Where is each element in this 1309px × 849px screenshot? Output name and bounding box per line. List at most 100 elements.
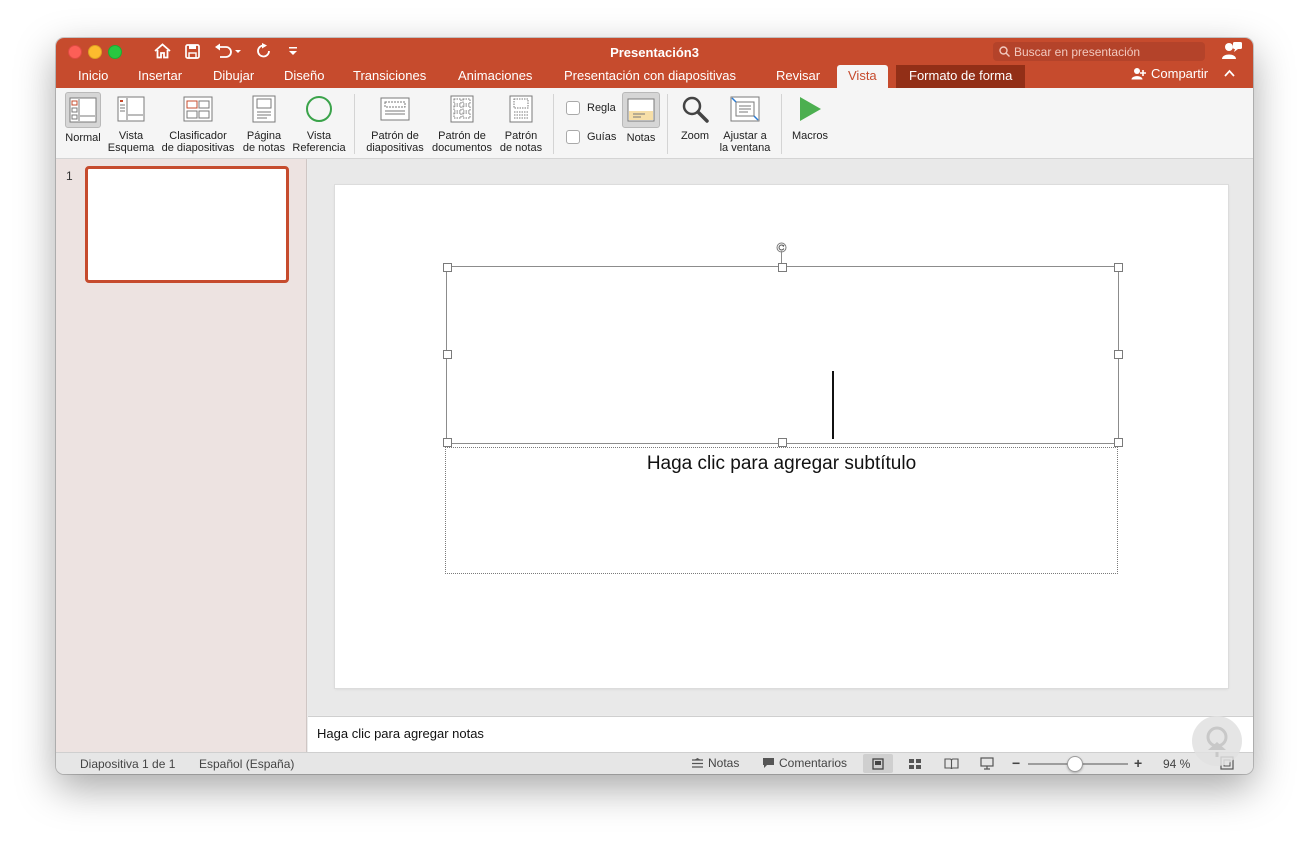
outline-view-icon [117,96,145,122]
search-icon [999,46,1010,57]
notes-toggle-label: Notas [626,132,656,144]
reading-view-status-button[interactable] [936,754,966,773]
zoom-in-button[interactable]: + [1134,755,1142,771]
notes-page-label: Página [246,130,282,142]
close-window-button[interactable] [68,45,82,59]
ribbon-separator [354,94,355,154]
rotate-handle-icon[interactable] [776,240,787,253]
notes-master-icon [509,95,533,123]
zoom-label: Zoom [680,130,710,142]
macros-button[interactable]: Macros [788,88,832,142]
title-placeholder[interactable] [446,266,1119,444]
presentation-screen-icon [980,757,994,770]
tab-presentacion[interactable]: Presentación con diapositivas [564,65,736,88]
ruler-checkbox[interactable]: Regla [566,101,616,115]
resize-handle[interactable] [778,263,787,272]
slide[interactable]: Haga clic para agregar subtítulo [335,185,1228,688]
undo-icon[interactable] [212,41,244,61]
status-bar: Diapositiva 1 de 1 Español (España) Nota… [56,752,1253,774]
share-button[interactable]: Compartir [1131,66,1208,81]
resize-handle[interactable] [443,438,452,447]
ribbon-separator [667,94,668,154]
slide-thumbnail[interactable] [85,166,289,283]
notes-page-icon [252,95,276,123]
notes-pane[interactable]: Haga clic para agregar notas [308,716,1253,753]
zoom-slider-knob[interactable] [1067,756,1083,772]
zoom-out-button[interactable]: − [1012,755,1020,771]
slide-sorter-label: Clasificador [169,130,227,142]
language-status[interactable]: Español (España) [199,757,294,771]
slide-count: Diapositiva 1 de 1 [80,757,176,771]
tab-insertar[interactable]: Insertar [138,65,182,88]
minimize-window-button[interactable] [88,45,102,59]
resize-handle[interactable] [443,350,452,359]
slide-master-icon [380,97,410,121]
outline-view-button[interactable]: Vista Esquema [107,88,155,154]
home-icon[interactable] [152,41,172,61]
tab-transiciones[interactable]: Transiciones [353,65,426,88]
reading-view-icon [306,96,332,122]
resize-handle[interactable] [778,438,787,447]
slide-master-label: Patrón de [371,130,419,142]
fit-to-window-button[interactable]: Ajustar a la ventana [716,88,774,154]
slide-sorter-icon [183,96,213,122]
slide-number: 1 [66,169,73,183]
status-comments-button[interactable]: Comentarios [762,756,847,770]
notes-placeholder: Haga clic para agregar notas [317,726,484,741]
notes-master-button[interactable]: Patrón de notas [496,88,546,154]
zoom-magnifier-icon [682,96,709,123]
slideshow-status-button[interactable] [972,754,1002,773]
account-icon[interactable] [1221,41,1243,61]
share-label: Compartir [1151,66,1209,81]
slide-master-button[interactable]: Patrón de diapositivas [362,88,428,154]
fit-to-window-label: Ajustar a [723,130,767,142]
handout-master-button[interactable]: Patrón de documentos [430,88,494,154]
slide-canvas: Haga clic para agregar subtítulo [308,159,1253,715]
zoom-button[interactable]: Zoom [675,88,715,142]
tab-animaciones[interactable]: Animaciones [458,65,532,88]
notes-toggle-button[interactable]: Notas [622,88,660,144]
tab-diseno[interactable]: Diseño [284,65,324,88]
slide-sorter-button[interactable]: Clasificador de diapositivas [158,88,238,154]
slide-sorter-status-button[interactable] [900,754,930,773]
notes-pane-icon [627,98,655,122]
save-icon[interactable] [182,41,202,61]
normal-view-icon [69,97,97,123]
zoom-percentage[interactable]: 94 % [1163,757,1190,771]
guides-checkbox[interactable]: Guías [566,130,616,144]
subtitle-placeholder[interactable]: Haga clic para agregar subtítulo [445,447,1118,574]
zoom-window-button[interactable] [108,45,122,59]
normal-view-label: Normal [65,132,101,144]
collapse-ribbon-icon[interactable] [1224,66,1235,80]
grid-icon [909,758,921,769]
tab-inicio[interactable]: Inicio [78,65,108,88]
handout-master-label: Patrón de [438,130,486,142]
notes-page-button[interactable]: Página de notas [240,88,288,154]
title-bar: Presentación3 Buscar en presentación Ini… [56,38,1253,88]
ribbon-separator [781,94,782,154]
resize-handle[interactable] [1114,263,1123,272]
search-box[interactable]: Buscar en presentación [993,42,1205,61]
reading-view-button[interactable]: Vista Referencia [290,88,348,154]
ribbon-vista: Normal Vista Esquema Clasificador de dia… [56,88,1253,159]
comment-icon [763,758,774,768]
macros-label: Macros [791,130,829,142]
text-cursor [832,371,834,439]
normal-view-button[interactable]: Normal [63,88,103,144]
customize-toolbar-icon[interactable] [286,41,300,61]
resize-handle[interactable] [1114,350,1123,359]
tab-dibujar[interactable]: Dibujar [213,65,254,88]
redo-icon[interactable] [254,41,274,61]
notes-master-label: Patrón [504,130,538,142]
normal-view-status-button[interactable] [863,754,893,773]
status-notes-button[interactable]: Notas [691,756,739,770]
resize-handle[interactable] [1114,438,1123,447]
reading-view-label: Vista [306,130,332,142]
outline-view-label: Vista [118,130,144,142]
tab-revisar[interactable]: Revisar [776,65,820,88]
tab-formato-de-forma[interactable]: Formato de forma [896,65,1026,88]
tab-vista[interactable]: Vista [837,65,888,88]
resize-handle[interactable] [443,263,452,272]
guides-checkbox-box[interactable] [566,130,580,144]
ruler-checkbox-box[interactable] [566,101,580,115]
